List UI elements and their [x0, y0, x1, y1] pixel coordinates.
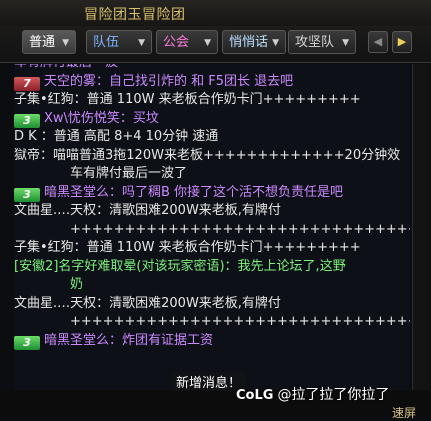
chat-message-text: 车有牌付最后一波了 — [70, 166, 188, 181]
chat-message: [安徽2]名字好难取晕(对该玩家密语)：我先上论坛了,这野 — [14, 258, 410, 277]
chat-message-text: 子集•红狗：普通 110W 来老板合作奶卡门+++++++++ — [14, 240, 361, 255]
new-message-toast[interactable]: 新增消息！ — [172, 372, 246, 391]
chat-message: +++++++++++++++++++++++++++++++++++ — [14, 221, 410, 240]
chat-message-text: 文曲星.…天权：清歌困难200W来老板,有牌付 — [14, 295, 281, 311]
chat-message: 文曲星.…天权：清歌困难200W来老板,有牌付 — [14, 202, 410, 221]
tab-guild-label: 公会 — [163, 35, 190, 50]
chat-message: 车有牌付最后一波了 — [14, 165, 410, 184]
chat-message: 子集•红狗：普通 110W 来老板合作奶卡门+++++++++ — [14, 239, 410, 258]
chat-message: +++++++++++++++++++++++++++++++++++ — [14, 313, 410, 332]
watermark-text: @拉了拉了你拉了 — [277, 387, 390, 403]
chat-message-text: 獄帝：喵喵普通3拖120W来老板+++++++++++++20分钟效 — [14, 147, 401, 163]
chat-message: 子集•红狗：普通 110W 来老板合作奶卡门+++++++++ — [14, 91, 410, 110]
chat-message: 獄帝：喵喵普通3拖120W来老板+++++++++++++20分钟效 — [14, 147, 410, 166]
chat-message-text: Xw\忧伤悦笑：买坟 — [44, 110, 159, 126]
tab-party[interactable]: 队伍 ▼ — [86, 30, 152, 54]
chat-message-text: 暗黑圣堂么：炸团有证据工资 — [44, 332, 214, 348]
chat-message: 3 Xw\忧伤悦笑：买坟 — [14, 110, 410, 129]
chat-message-text: D K ：普通 高配 8+4 10分钟 速通 — [14, 129, 219, 144]
chat-message-text: +++++++++++++++++++++++++++++++++++ — [70, 314, 410, 329]
chat-message-text: 文曲星.…天权：清歌困难200W来老板,有牌付 — [14, 203, 281, 218]
chevron-down-icon: ▼ — [342, 38, 349, 48]
chat-scrollbar[interactable] — [412, 64, 430, 390]
chevron-down-icon: ▼ — [204, 38, 211, 48]
chat-message: 7 天空的雾：自己找引炸的 和 F5团长 退去吧 — [14, 73, 410, 92]
level-badge-icon: 3 — [14, 113, 40, 128]
tab-whisper[interactable]: 悄悄话 ▼ — [222, 30, 286, 54]
tab-raid[interactable]: 攻坚队 ▼ — [288, 30, 356, 54]
chat-message: D K ：普通 高配 8+4 10分钟 速通 — [14, 128, 410, 147]
window-title: 冒险团玉冒险团 — [84, 7, 186, 23]
chat-message-text: 奶 — [70, 277, 84, 292]
arrow-right-icon: ▶ — [397, 35, 407, 48]
chat-tab-bar: 普通 ▼ 队伍 ▼ 公会 ▼ 悄悄话 ▼ 攻坚队 ▼ ◀ ▶ — [0, 26, 431, 63]
tab-prev-button[interactable]: ◀ — [368, 31, 388, 53]
colg-logo: CoLG — [236, 388, 274, 403]
tab-raid-label: 攻坚队 — [295, 35, 335, 50]
chat-log[interactable]: 车有牌付最后一波 7 天空的雾：自己找引炸的 和 F5团长 退去吧子集•红狗：普通 … — [14, 64, 410, 390]
tab-party-label: 队伍 — [93, 35, 120, 50]
chat-message: 3 暗黑圣堂么：炸团有证据工资 — [14, 332, 410, 351]
chat-message-text: 天空的雾：自己找引炸的 和 F5团长 退去吧 — [44, 73, 294, 89]
chat-message: 文曲星.…天权：清歌困难200W来老板,有牌付 — [14, 295, 410, 314]
chat-message: 车有牌付最后一波 — [14, 64, 410, 73]
chat-message-text: 车有牌付最后一波 — [14, 64, 118, 70]
chat-message: 3 暗黑圣堂么：吗了稠B 你接了这个活不想负责任是吧 — [14, 184, 410, 203]
chevron-down-icon: ▼ — [272, 38, 279, 48]
tab-normal[interactable]: 普通 ▼ — [22, 30, 76, 54]
chevron-down-icon: ▼ — [62, 38, 69, 48]
level-badge-icon: 3 — [14, 187, 40, 202]
arrow-left-icon: ◀ — [373, 35, 383, 48]
footer-label: 速屏 — [392, 406, 417, 420]
level-badge-icon: 7 — [14, 76, 40, 91]
tab-normal-label: 普通 — [29, 35, 56, 50]
tab-next-button[interactable]: ▶ — [392, 31, 412, 53]
chat-message-text: 子集•红狗：普通 110W 来老板合作奶卡门+++++++++ — [14, 92, 361, 107]
chat-message-text: +++++++++++++++++++++++++++++++++++ — [70, 221, 410, 237]
level-badge-icon: 3 — [14, 335, 40, 350]
chat-message: 奶 — [14, 276, 410, 295]
chat-message-text: [安徽2]名字好难取晕(对该玩家密语)：我先上论坛了,这野 — [14, 258, 346, 274]
tab-whisper-label: 悄悄话 — [229, 35, 269, 50]
chat-message-text: 暗黑圣堂么：吗了稠B 你接了这个活不想负责任是吧 — [44, 184, 344, 200]
window-titlebar: 冒险团玉冒险团 — [0, 0, 431, 27]
tab-guild[interactable]: 公会 ▼ — [156, 30, 218, 54]
chevron-down-icon: ▼ — [138, 38, 145, 48]
watermark: CoLG @拉了拉了你拉了 — [236, 384, 389, 404]
